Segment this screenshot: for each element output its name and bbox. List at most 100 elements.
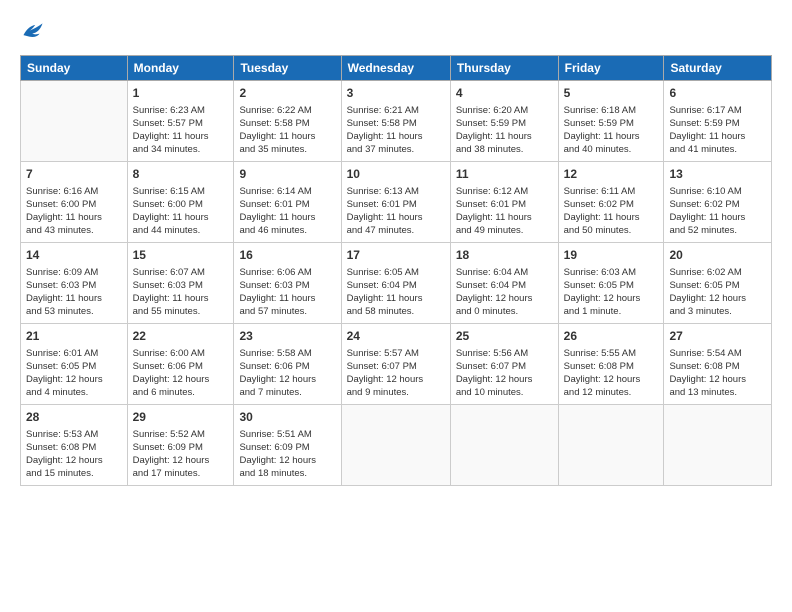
day-number: 14 [26, 247, 122, 264]
day-number: 9 [239, 166, 335, 183]
cell-text: Daylight: 12 hours [564, 373, 659, 386]
cell-text: Daylight: 12 hours [133, 454, 229, 467]
day-number: 4 [456, 85, 553, 102]
day-number: 16 [239, 247, 335, 264]
cell-text: Sunset: 6:01 PM [456, 198, 553, 211]
cell-text: Daylight: 12 hours [456, 373, 553, 386]
calendar-cell: 12Sunrise: 6:11 AMSunset: 6:02 PMDayligh… [558, 161, 664, 242]
cell-text: Sunset: 5:59 PM [456, 117, 553, 130]
calendar-cell: 26Sunrise: 5:55 AMSunset: 6:08 PMDayligh… [558, 323, 664, 404]
day-number: 6 [669, 85, 766, 102]
cell-text: Daylight: 12 hours [239, 454, 335, 467]
cell-text: and 0 minutes. [456, 305, 553, 318]
cell-text: Sunrise: 6:09 AM [26, 266, 122, 279]
cell-text: Sunset: 6:04 PM [347, 279, 445, 292]
day-number: 20 [669, 247, 766, 264]
cell-text: Daylight: 11 hours [239, 211, 335, 224]
cell-text: Sunset: 6:02 PM [564, 198, 659, 211]
cell-text: and 55 minutes. [133, 305, 229, 318]
cell-text: Daylight: 11 hours [347, 130, 445, 143]
cell-text: Sunrise: 5:53 AM [26, 428, 122, 441]
calendar-cell: 6Sunrise: 6:17 AMSunset: 5:59 PMDaylight… [664, 80, 772, 161]
day-number: 19 [564, 247, 659, 264]
cell-text: Sunrise: 6:02 AM [669, 266, 766, 279]
cell-text: Daylight: 11 hours [26, 292, 122, 305]
cell-text: and 1 minute. [564, 305, 659, 318]
cell-text: Daylight: 11 hours [347, 292, 445, 305]
logo [20, 20, 44, 45]
day-number: 12 [564, 166, 659, 183]
calendar-cell: 14 Sunrise: 6:09 AMSunset: 6:03 PMDayligh… [21, 242, 128, 323]
cell-text: Sunset: 6:00 PM [26, 198, 122, 211]
cell-text: Sunrise: 6:03 AM [564, 266, 659, 279]
cell-text: Sunset: 6:05 PM [669, 279, 766, 292]
calendar-cell: 20Sunrise: 6:02 AMSunset: 6:05 PMDayligh… [664, 242, 772, 323]
cell-text: and 10 minutes. [456, 386, 553, 399]
header [20, 16, 772, 45]
cell-text: Daylight: 11 hours [456, 211, 553, 224]
day-number: 27 [669, 328, 766, 345]
cell-text: Sunrise: 5:56 AM [456, 347, 553, 360]
day-number: 24 [347, 328, 445, 345]
day-number: 8 [133, 166, 229, 183]
cell-text: Daylight: 12 hours [26, 373, 122, 386]
cell-text: Daylight: 12 hours [26, 454, 122, 467]
calendar-cell [341, 404, 450, 485]
cell-text: Sunset: 6:07 PM [347, 360, 445, 373]
day-number: 7 [26, 166, 122, 183]
cell-text: Sunrise: 6:22 AM [239, 104, 335, 117]
cell-text: Sunset: 6:09 PM [239, 441, 335, 454]
day-number: 26 [564, 328, 659, 345]
cell-text: Sunset: 5:58 PM [239, 117, 335, 130]
day-number: 17 [347, 247, 445, 264]
cell-text: Sunset: 6:03 PM [26, 279, 122, 292]
cell-text: Sunrise: 6:21 AM [347, 104, 445, 117]
week-row-4: 28Sunrise: 5:53 AMSunset: 6:08 PMDayligh… [21, 404, 772, 485]
cell-text: Daylight: 11 hours [133, 292, 229, 305]
cell-text: Daylight: 11 hours [26, 211, 122, 224]
cell-text: Sunset: 5:59 PM [564, 117, 659, 130]
cell-text: Daylight: 11 hours [456, 130, 553, 143]
weekday-header-tuesday: Tuesday [234, 55, 341, 80]
calendar-cell: 3Sunrise: 6:21 AMSunset: 5:58 PMDaylight… [341, 80, 450, 161]
cell-text: Sunset: 6:05 PM [26, 360, 122, 373]
calendar-cell [664, 404, 772, 485]
day-number: 22 [133, 328, 229, 345]
cell-text: Sunrise: 5:57 AM [347, 347, 445, 360]
logo-bird-icon [22, 20, 44, 40]
cell-text: Sunset: 5:59 PM [669, 117, 766, 130]
calendar-cell: 30 Sunrise: 5:51 AMSunset: 6:09 PMDayligh… [234, 404, 341, 485]
day-number: 29 [133, 409, 229, 426]
day-number: 30 [239, 409, 335, 426]
cell-text: Sunrise: 6:06 AM [239, 266, 335, 279]
cell-text: and 44 minutes. [133, 224, 229, 237]
weekday-header-sunday: Sunday [21, 55, 128, 80]
cell-text: Sunset: 6:04 PM [456, 279, 553, 292]
cell-text: Daylight: 11 hours [133, 130, 229, 143]
calendar-cell: 23Sunrise: 5:58 AMSunset: 6:06 PMDayligh… [234, 323, 341, 404]
calendar-cell: 5Sunrise: 6:18 AMSunset: 5:59 PMDaylight… [558, 80, 664, 161]
week-row-3: 21Sunrise: 6:01 AMSunset: 6:05 PMDayligh… [21, 323, 772, 404]
day-number: 13 [669, 166, 766, 183]
cell-text: Sunrise: 6:18 AM [564, 104, 659, 117]
cell-text: Sunset: 6:01 PM [347, 198, 445, 211]
page: SundayMondayTuesdayWednesdayThursdayFrid… [0, 0, 792, 612]
cell-text: Daylight: 12 hours [133, 373, 229, 386]
cell-text: Sunrise: 6:20 AM [456, 104, 553, 117]
cell-text: Sunrise: 5:55 AM [564, 347, 659, 360]
cell-text: Sunrise: 5:51 AM [239, 428, 335, 441]
cell-text: Sunset: 6:07 PM [456, 360, 553, 373]
cell-text: Daylight: 11 hours [239, 292, 335, 305]
weekday-header-thursday: Thursday [450, 55, 558, 80]
cell-text: Sunrise: 6:01 AM [26, 347, 122, 360]
day-number: 18 [456, 247, 553, 264]
cell-text: and 50 minutes. [564, 224, 659, 237]
calendar-cell: 16Sunrise: 6:06 AMSunset: 6:03 PMDayligh… [234, 242, 341, 323]
cell-text: Sunrise: 6:12 AM [456, 185, 553, 198]
cell-text: Sunrise: 6:00 AM [133, 347, 229, 360]
cell-text: and 46 minutes. [239, 224, 335, 237]
cell-text: Sunrise: 6:07 AM [133, 266, 229, 279]
cell-text: Sunrise: 6:13 AM [347, 185, 445, 198]
cell-text: Daylight: 11 hours [239, 130, 335, 143]
cell-text: Sunrise: 5:54 AM [669, 347, 766, 360]
